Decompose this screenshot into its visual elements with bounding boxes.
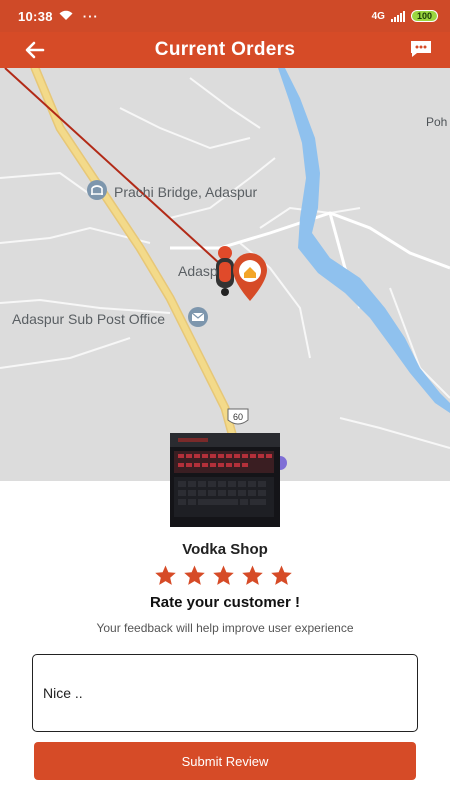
status-time: 10:38	[18, 8, 53, 24]
map-label-adaspur: Adasp	[178, 263, 218, 279]
map-canvas: 60	[0, 68, 450, 481]
star-icon-1[interactable]	[154, 564, 177, 587]
arrow-back-icon[interactable]	[22, 37, 48, 63]
rate-customer-title: Rate your customer !	[149, 594, 301, 611]
rating-stars	[154, 564, 293, 587]
page-title: Current Orders	[154, 39, 296, 60]
signal-icon	[390, 10, 405, 22]
star-icon-3[interactable]	[212, 564, 235, 587]
map-view[interactable]: 60 Prachi Bridge, Adaspur Adasp Adaspur …	[0, 68, 450, 481]
notification-dots: ···	[82, 8, 99, 24]
star-icon-4[interactable]	[241, 564, 264, 587]
battery-indicator: 100	[410, 10, 438, 22]
submit-review-button[interactable]: Submit Review	[34, 742, 416, 780]
star-icon-2[interactable]	[183, 564, 206, 587]
rider-marker-icon	[216, 246, 234, 296]
map-label-pohi: Poh	[426, 115, 448, 129]
status-bar: 10:38 ··· 4G 100	[0, 0, 450, 32]
review-input[interactable]: Nice ..	[32, 654, 418, 732]
star-icon-5[interactable]	[270, 564, 293, 587]
shop-name: Vodka Shop	[182, 541, 268, 558]
wifi-icon	[59, 9, 73, 24]
feedback-note: Your feedback will help improve user exp…	[96, 621, 354, 635]
home-pin-icon	[233, 253, 267, 301]
map-label-sub-post-office: Adaspur Sub Post Office	[12, 311, 166, 327]
chat-bubble-icon[interactable]	[408, 38, 434, 60]
network-type: 4G	[371, 10, 385, 22]
map-label-prachi-bridge: Prachi Bridge, Adaspur	[114, 184, 258, 200]
highway-shield-label: 60	[233, 412, 243, 422]
shop-image	[170, 433, 280, 527]
app-bar: Current Orders	[0, 32, 450, 68]
